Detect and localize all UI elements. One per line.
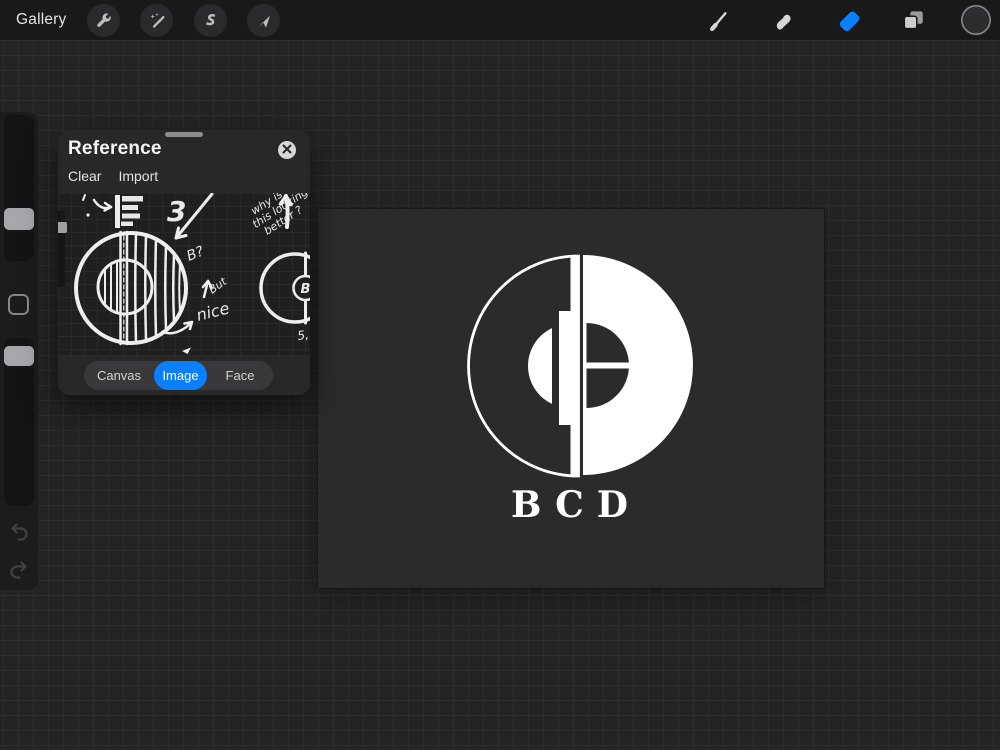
sketch-b-center: B [301, 282, 310, 297]
brush-size-handle[interactable] [4, 208, 34, 230]
selection-button[interactable] [194, 4, 227, 37]
tab-image[interactable]: Image [154, 361, 207, 390]
gallery-button[interactable]: Gallery [16, 0, 67, 40]
eraser-icon [834, 5, 864, 35]
panel-drag-handle[interactable] [165, 132, 203, 137]
drawing-canvas[interactable]: BCD [318, 209, 824, 588]
actions-button[interactable] [87, 4, 120, 37]
import-button[interactable]: Import [118, 168, 158, 184]
erase-tool-button[interactable] [832, 3, 866, 37]
paint-tool-button[interactable] [701, 3, 735, 37]
paintbrush-icon [705, 7, 731, 33]
reference-source-tabs: Canvas Image Face [84, 361, 273, 390]
bcd-logo-artwork: BCD [318, 209, 824, 588]
sketch-b-question: B? [185, 243, 207, 264]
logo-left-slot [552, 324, 559, 409]
logo-divider-band [585, 363, 631, 369]
sketch-five: 5, [296, 328, 309, 343]
reference-panel[interactable]: Reference Clear Import [58, 131, 310, 395]
sketch-number: 3 [167, 195, 186, 228]
magic-wand-icon [147, 11, 166, 30]
reference-image[interactable]: 3 why is this looking better ? B? But ni… [58, 193, 310, 355]
close-icon [282, 141, 292, 159]
smudge-finger-icon [770, 7, 796, 33]
redo-button[interactable] [7, 557, 31, 581]
undo-icon [7, 530, 31, 547]
layers-icon [900, 7, 926, 33]
panel-close-button[interactable] [278, 141, 296, 159]
modify-button[interactable] [8, 294, 29, 315]
layers-button[interactable] [896, 3, 930, 37]
sketch-nice: nice [194, 298, 231, 325]
color-swatch-icon [960, 4, 992, 36]
tab-canvas[interactable]: Canvas [84, 361, 154, 390]
undo-button[interactable] [7, 519, 31, 543]
wrench-icon [94, 11, 113, 30]
clear-button[interactable]: Clear [68, 168, 101, 184]
brush-sidebar [0, 112, 38, 590]
redo-icon [7, 568, 31, 585]
brush-size-slider[interactable] [4, 115, 34, 261]
adjustments-button[interactable] [140, 4, 173, 37]
reference-panel-body: Reference Clear Import [58, 131, 310, 395]
panel-actions: Clear Import [68, 168, 158, 184]
transform-button[interactable] [247, 4, 280, 37]
color-button[interactable] [960, 4, 992, 36]
top-toolbar: Gallery [0, 0, 1000, 40]
selection-s-icon [201, 11, 220, 30]
reference-sketch: 3 why is this looking better ? B? But ni… [58, 193, 310, 355]
logo-wordmark: BCD [511, 484, 641, 526]
smudge-tool-button[interactable] [766, 3, 800, 37]
sketch-sidebar-handle [58, 222, 67, 233]
sketch-but: But [206, 275, 229, 297]
move-arrow-icon [254, 11, 273, 30]
panel-title: Reference [68, 138, 162, 160]
tab-face[interactable]: Face [207, 361, 273, 390]
opacity-handle[interactable] [4, 346, 34, 366]
